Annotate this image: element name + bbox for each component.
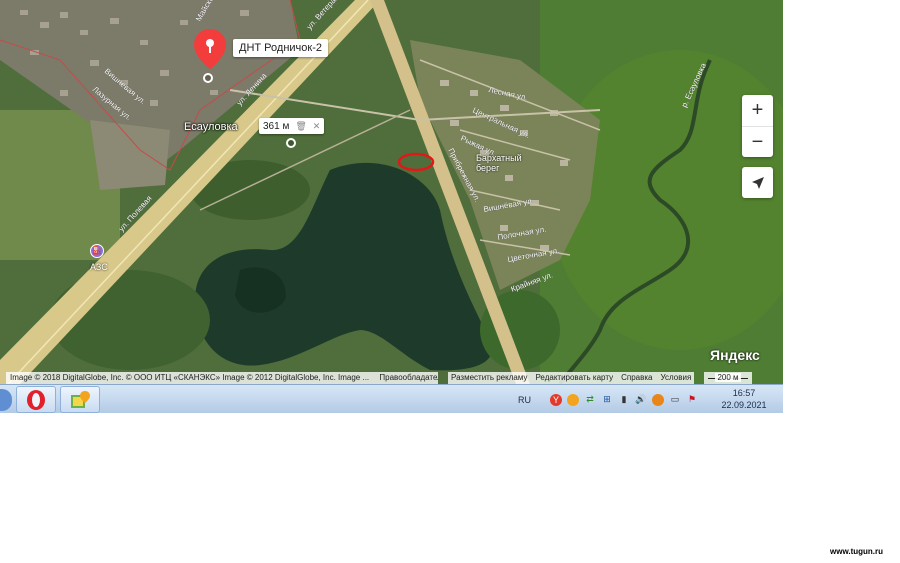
scale-text: 200 м [715,373,741,382]
battery-icon[interactable]: ▮ [618,394,630,406]
ruler-measure-tooltip: 361 м 🗑 ✕ [259,118,325,134]
advertise-link[interactable]: Разместить рекламу [451,372,527,384]
place-label-esaulovka: Есауловка [184,121,238,133]
measure-distance: 361 м [263,120,290,132]
settlement-label: Бархатный берег [476,153,522,173]
system-tray: RU Y ⇄ ⊞ ▮ 🔊 ▭ ⚑ [518,385,698,414]
flag-icon[interactable]: ⚑ [686,394,698,406]
taskbar-app-maps[interactable] [60,386,100,413]
zoom-control: + − [742,95,773,157]
rights-holders-link[interactable]: Правообладатели [379,373,438,382]
start-button[interactable] [0,389,12,411]
ruler-point-marker[interactable] [286,138,296,148]
yandex-logo: Яндекс [710,347,760,363]
antivirus-icon[interactable] [652,393,664,406]
close-icon[interactable]: ✕ [313,121,321,132]
clock-date: 22.09.2021 [721,400,767,410]
yandex-icon[interactable]: Y [550,393,562,406]
display-icon[interactable]: ▭ [669,394,681,406]
azs-label: АЗС [90,262,108,272]
satellite-map[interactable]: Лесная ул. Центральная ул. Рыжая ул. При… [0,0,783,384]
copyright-text-content: Image © 2018 DigitalGlobe, Inc. © ООО ИТ… [10,373,370,382]
location-pin-icon[interactable] [193,28,227,70]
taskbar-app-opera[interactable] [16,386,56,413]
volume-icon[interactable]: 🔊 [635,394,647,406]
map-links: Разместить рекламу Редактировать карту С… [448,372,695,384]
terms-link[interactable]: Условия [660,372,691,384]
copyright-text: Image © 2018 DigitalGlobe, Inc. © ООО ИТ… [6,372,438,384]
edit-map-link[interactable]: Редактировать карту [535,372,613,384]
zoom-in-button[interactable]: + [742,95,773,126]
network-icon[interactable]: ⇄ [584,394,596,406]
watermark: www.tugun.ru [830,547,884,556]
clock[interactable]: 16:57 22.09.2021 [714,387,774,411]
pin-label[interactable]: ДНТ Родничок-2 [233,39,328,57]
pin-point-marker[interactable] [203,73,213,83]
opera-icon [27,389,45,410]
chrome-icon[interactable] [567,393,579,406]
locate-button[interactable] [742,167,773,198]
windows-icon[interactable]: ⊞ [601,394,613,406]
zoom-out-button[interactable]: − [742,126,773,157]
fuel-station-icon[interactable]: ⛽ [90,244,104,258]
map-footer: Image © 2018 DigitalGlobe, Inc. © ООО ИТ… [0,372,783,384]
scale-bar: 200 м [704,372,752,384]
taskbar: RU Y ⇄ ⊞ ▮ 🔊 ▭ ⚑ 16:57 22.09.2021 [0,384,783,413]
help-link[interactable]: Справка [621,372,652,384]
screenshot: Лесная ул. Центральная ул. Рыжая ул. При… [0,0,900,563]
arrow-locate-icon [751,176,764,189]
clock-time: 16:57 [732,388,756,398]
trash-icon[interactable]: 🗑 [295,121,306,132]
language-indicator[interactable]: RU [518,395,531,405]
maps-app-icon [71,390,90,408]
map-terrain: Лесная ул. Центральная ул. Рыжая ул. При… [0,0,783,384]
